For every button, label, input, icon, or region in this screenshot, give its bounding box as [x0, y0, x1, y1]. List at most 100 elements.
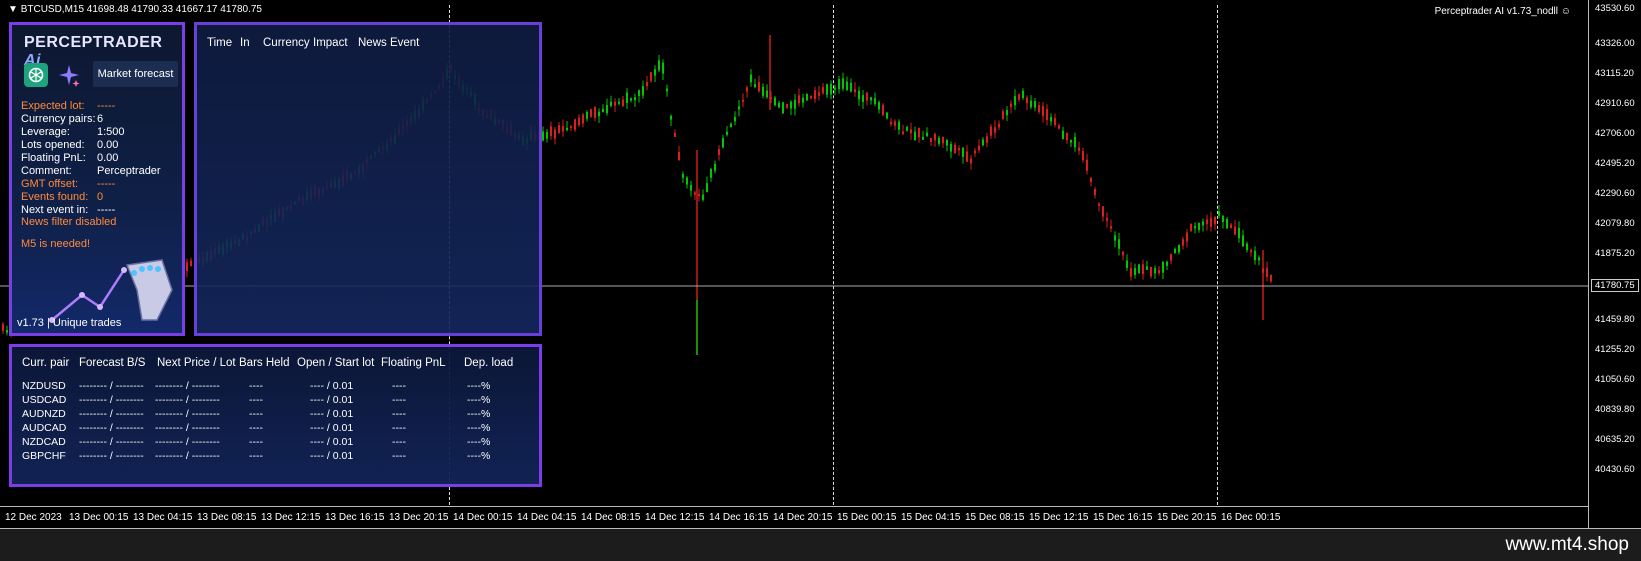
- info-key: Expected lot:: [21, 100, 85, 112]
- candle-body: [734, 116, 736, 122]
- price-tick: 43115.20: [1595, 68, 1634, 79]
- candle-body: [882, 105, 884, 116]
- pairs-header: Floating PnL: [381, 357, 446, 369]
- time-tick: 13 Dec 16:15: [325, 512, 385, 523]
- candle-body: [726, 131, 728, 135]
- table-cell: -------- / --------: [79, 450, 144, 462]
- candle-body: [718, 149, 720, 155]
- table-cell: USDCAD: [22, 394, 67, 406]
- candle-body: [990, 126, 992, 136]
- table-cell: ----: [392, 394, 406, 406]
- candle-body: [802, 97, 804, 103]
- price-tick: 42495.20: [1595, 158, 1635, 169]
- footer-bar: www.mt4.shop: [0, 529, 1641, 561]
- candle-body: [918, 127, 920, 138]
- time-tick: 14 Dec 04:15: [517, 512, 577, 523]
- candle-body: [822, 87, 824, 94]
- table-cell: ----: [249, 436, 263, 448]
- candle-body: [1194, 226, 1196, 229]
- candle-body: [1078, 147, 1080, 151]
- candle-body: [1190, 223, 1192, 232]
- candle-body: [778, 102, 780, 108]
- candle-body: [1082, 150, 1084, 161]
- price-tick: 41875.20: [1595, 248, 1635, 259]
- info-value: Perceptrader: [97, 165, 161, 177]
- price-tick: 40430.60: [1595, 464, 1635, 475]
- time-axis[interactable]: 12 Dec 2023 13 Dec 00:15 13 Dec 04:15 13 De…: [0, 506, 1588, 529]
- candle-body: [1070, 140, 1072, 143]
- candle-body: [1062, 130, 1064, 140]
- candle-body: [1106, 217, 1108, 221]
- time-tick: 13 Dec 04:15: [133, 512, 193, 523]
- candle-body: [930, 137, 932, 142]
- candle-body: [1242, 235, 1244, 247]
- candle-body: [1146, 266, 1148, 270]
- info-key: Currency pairs:: [21, 113, 96, 125]
- info-key: Lots opened:: [21, 139, 85, 151]
- candle-body: [1134, 268, 1136, 275]
- time-tick: 14 Dec 16:15: [709, 512, 769, 523]
- table-cell: ---- / 0.01: [310, 380, 354, 392]
- table-cell: NZDCAD: [22, 436, 66, 448]
- news-header: Currency: [263, 37, 310, 49]
- candle-body: [1114, 235, 1116, 241]
- sparkle-icon[interactable]: [57, 63, 81, 87]
- candle-body: [998, 123, 1000, 128]
- candle-body: [1046, 109, 1048, 121]
- candle-body: [1266, 267, 1268, 277]
- candle-body: [746, 87, 748, 92]
- table-cell: AUDCAD: [22, 422, 67, 434]
- table-cell: -------- / --------: [155, 450, 220, 462]
- candle-body: [730, 123, 732, 128]
- candle-body: [978, 145, 980, 151]
- candle-body: [1230, 224, 1232, 229]
- candle-body: [934, 133, 936, 141]
- chevron-down-icon[interactable]: ▼: [8, 4, 18, 15]
- market-forecast-button[interactable]: Market forecast: [93, 61, 178, 87]
- candle-body: [826, 84, 828, 95]
- candle-body: [830, 83, 832, 95]
- table-cell: ----%: [467, 422, 491, 434]
- openai-icon[interactable]: [24, 63, 48, 87]
- info-value: -----: [97, 100, 116, 112]
- table-cell: ---- / 0.01: [310, 394, 354, 406]
- day-separator: [1217, 5, 1218, 505]
- candle-body: [658, 60, 660, 71]
- info-key: Next event in:: [21, 204, 89, 216]
- candle-body: [834, 87, 836, 90]
- candle-body: [838, 79, 840, 90]
- candle-body: [1110, 226, 1112, 229]
- candle-body: [1138, 264, 1140, 273]
- candle-body: [1090, 177, 1092, 182]
- candle-body: [1162, 261, 1164, 273]
- candle-body: [1142, 264, 1144, 275]
- candle-body: [906, 127, 908, 131]
- candle-body: [1222, 216, 1224, 222]
- pairs-header: Dep. load: [464, 357, 514, 369]
- candle-body: [1218, 211, 1220, 216]
- news-filter-message: News filter disabled: [21, 216, 117, 228]
- price-tick: 43530.60: [1595, 3, 1635, 14]
- time-tick: 16 Dec 00:15: [1221, 512, 1281, 523]
- candle-body: [766, 90, 768, 98]
- price-tick: 40839.80: [1595, 404, 1635, 415]
- candle-body: [1206, 219, 1208, 224]
- candle-body: [1182, 239, 1184, 246]
- current-price-label: 41780.75: [1591, 279, 1639, 292]
- candle-body: [1098, 203, 1100, 206]
- candle-body: [1066, 132, 1068, 141]
- price-axis[interactable]: 43530.60 43326.00 43115.20 42910.60 42706.00…: [1588, 0, 1641, 528]
- smiley-icon[interactable]: ☺: [1561, 6, 1571, 17]
- price-tick: 42290.60: [1595, 188, 1635, 199]
- candle-body: [994, 127, 996, 133]
- candle-body: [574, 119, 576, 130]
- candle-body: [646, 82, 648, 87]
- table-cell: ---- / 0.01: [310, 408, 354, 420]
- day-separator: [833, 5, 834, 505]
- candle-body: [1202, 221, 1204, 226]
- candle-body: [1086, 159, 1088, 171]
- site-watermark: www.mt4.shop: [1505, 534, 1629, 555]
- table-cell: ---- / 0.01: [310, 436, 354, 448]
- candle-body: [974, 150, 976, 154]
- table-cell: ---- / 0.01: [310, 450, 354, 462]
